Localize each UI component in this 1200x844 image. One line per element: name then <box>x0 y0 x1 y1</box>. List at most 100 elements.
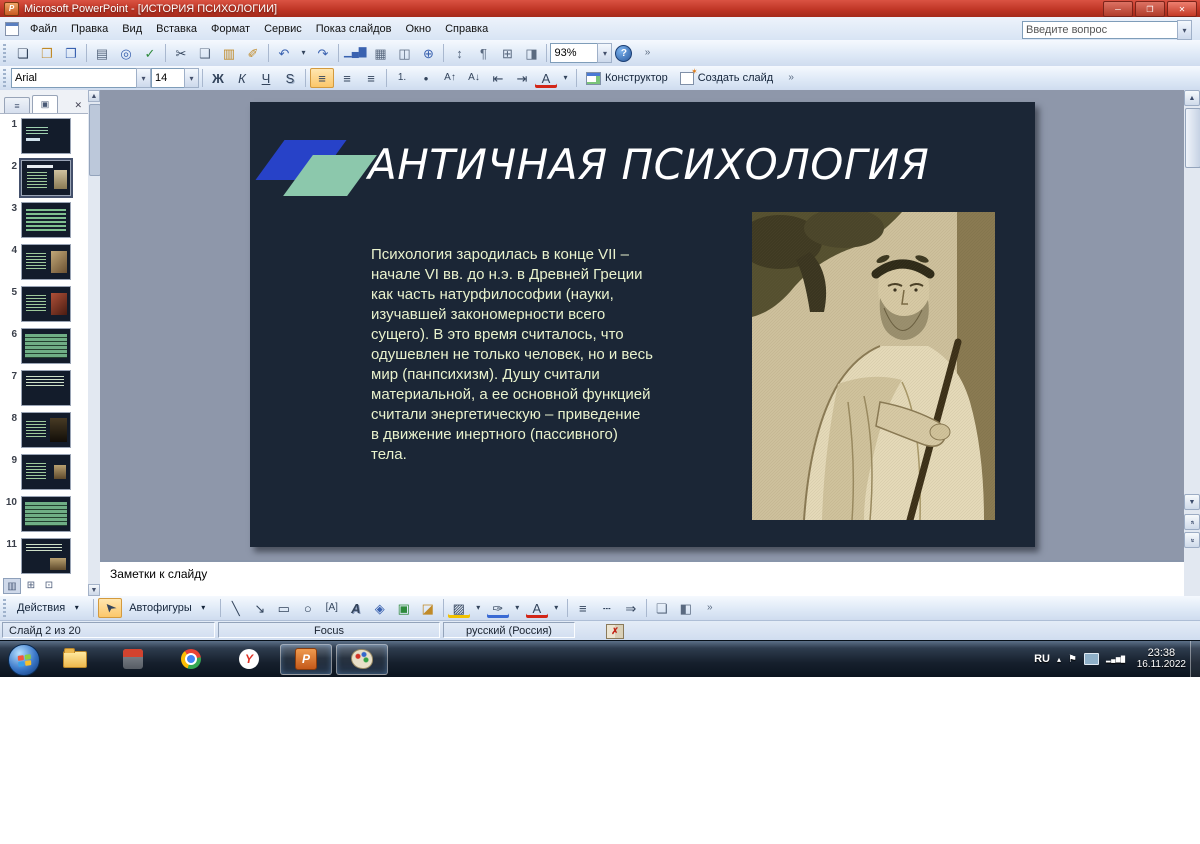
text-box-tool-icon[interactable]: [А] <box>321 598 343 618</box>
normal-view-button[interactable]: ▥ <box>3 578 21 594</box>
help-icon[interactable]: ? <box>615 44 633 62</box>
signal-bars-icon[interactable]: ▂▄▆█ <box>1106 656 1126 663</box>
language-switcher[interactable]: RU <box>1034 653 1050 665</box>
slide-design-button[interactable]: Конструктор <box>580 71 674 85</box>
taskbar-clock[interactable]: 23:38 16.11.2022 <box>1137 647 1186 671</box>
pinned-app-taskbar-button[interactable] <box>106 642 160 676</box>
autoshapes-menu-button[interactable]: Автофигуры ▾ <box>123 598 217 618</box>
zoom-combo[interactable]: 93% <box>550 43 599 63</box>
decrease-font-button[interactable]: А↓ <box>463 68 485 88</box>
hyperlink-icon[interactable]: ⊕ <box>417 43 439 63</box>
bullets-button[interactable]: • <box>415 68 437 88</box>
slide-thumbnail-3[interactable]: 3 <box>2 202 88 238</box>
slide-thumbnail-2-selected[interactable]: 2 <box>2 158 88 198</box>
menu-insert[interactable]: Вставка <box>149 20 204 38</box>
slide-thumbnail-11[interactable]: 11 <box>2 538 88 574</box>
color-grayscale-icon[interactable]: ◨ <box>520 43 542 63</box>
select-tool-button[interactable]: ➤ <box>98 598 123 618</box>
picture-tool-icon[interactable]: ◪ <box>417 598 439 618</box>
print-icon[interactable]: ▤ <box>91 43 113 63</box>
new-document-icon[interactable]: ❏ <box>12 43 34 63</box>
previous-slide-button[interactable]: « <box>1184 514 1200 530</box>
line-style-icon[interactable]: ≡ <box>572 598 594 618</box>
menu-help[interactable]: Справка <box>438 20 495 38</box>
align-left-button[interactable]: ≡ <box>310 68 334 88</box>
restore-button[interactable]: ❐ <box>1135 1 1165 17</box>
pane-scroll-down-icon[interactable]: ▼ <box>88 584 100 596</box>
font-size-combo[interactable]: 14 <box>151 68 185 88</box>
slides-tab[interactable]: ▣ <box>32 95 58 113</box>
cut-icon[interactable]: ✂ <box>170 43 192 63</box>
slide-thumbnail-5[interactable]: 5 <box>2 286 88 322</box>
wordart-tool-icon[interactable]: А <box>345 598 367 618</box>
grid-icon[interactable]: ⊞ <box>496 43 518 63</box>
slide-thumbnail-4[interactable]: 4 <box>2 244 88 280</box>
font-color-dropdown-icon[interactable]: ▾ <box>550 598 563 618</box>
spelling-icon[interactable]: ✓ <box>139 43 161 63</box>
oval-tool-icon[interactable]: ○ <box>297 598 319 618</box>
explorer-taskbar-button[interactable] <box>48 642 102 676</box>
print-preview-icon[interactable]: ◎ <box>115 43 137 63</box>
font-color-dropdown-icon[interactable]: ▾ <box>559 68 572 88</box>
slide-thumbnail-7[interactable]: 7 <box>2 370 88 406</box>
diagram-tool-icon[interactable]: ◈ <box>369 598 391 618</box>
slide-thumbnail-10[interactable]: 10 <box>2 496 88 532</box>
toolbar-options-icon[interactable]: » <box>699 598 721 618</box>
yandex-taskbar-button[interactable]: Y <box>222 642 276 676</box>
slide-2[interactable]: АНТИЧНАЯ ПСИХОЛОГИЯ Психология зародилас… <box>250 102 1035 547</box>
slide-thumb-image[interactable] <box>21 538 71 574</box>
font-combo[interactable]: Arial <box>11 68 137 88</box>
fill-color-dropdown-icon[interactable]: ▾ <box>472 598 485 618</box>
action-center-flag-icon[interactable]: ⚑ <box>1068 654 1077 665</box>
font-size-dropdown-icon[interactable]: ▾ <box>184 68 199 88</box>
arrow-style-icon[interactable]: ⇒ <box>620 598 642 618</box>
underline-button[interactable]: Ч <box>255 68 277 88</box>
toolbar-options-icon[interactable]: » <box>780 68 802 88</box>
menu-file[interactable]: Файл <box>23 20 64 38</box>
scroll-thumb[interactable] <box>1185 108 1200 168</box>
undo-icon[interactable]: ↶ <box>273 43 295 63</box>
titlebar[interactable]: P Microsoft PowerPoint - [ИСТОРИЯ ПСИХОЛ… <box>0 0 1200 17</box>
slide-thumb-image[interactable] <box>21 244 71 280</box>
font-dropdown-icon[interactable]: ▾ <box>136 68 151 88</box>
show-formatting-icon[interactable]: ¶ <box>472 43 494 63</box>
slide-thumb-image[interactable] <box>21 412 71 448</box>
increase-font-button[interactable]: А↑ <box>439 68 461 88</box>
fill-color-button[interactable]: ▨ <box>448 598 470 618</box>
undo-dropdown-icon[interactable]: ▾ <box>297 43 310 63</box>
format-painter-icon[interactable]: ✐ <box>242 43 264 63</box>
network-monitor-icon[interactable] <box>1083 653 1099 665</box>
copy-icon[interactable]: ❑ <box>194 43 216 63</box>
main-scrollbar[interactable]: ▲ ▼ « » <box>1184 90 1200 560</box>
slide-thumb-image[interactable] <box>21 496 71 532</box>
expand-all-icon[interactable]: ↕ <box>448 43 470 63</box>
slide-thumbnail-1[interactable]: 1 <box>2 118 88 154</box>
insert-chart-icon[interactable]: ▁▄▇ <box>343 43 367 63</box>
open-icon[interactable]: ❒ <box>36 43 58 63</box>
start-button[interactable] <box>8 644 40 676</box>
new-slide-button[interactable]: ✶ Создать слайд <box>674 67 779 85</box>
clipart-tool-icon[interactable]: ▣ <box>393 598 415 618</box>
menu-edit[interactable]: Правка <box>64 20 115 38</box>
toolbar-grip[interactable] <box>3 69 6 87</box>
menu-slideshow[interactable]: Показ слайдов <box>309 20 399 38</box>
close-button[interactable]: ✕ <box>1167 1 1197 17</box>
paint-taskbar-button[interactable] <box>336 643 388 675</box>
scroll-up-icon[interactable]: ▲ <box>1184 90 1200 106</box>
text-shadow-button[interactable]: S <box>279 68 301 88</box>
line-color-button[interactable]: ✑ <box>487 598 509 618</box>
arrow-tool-icon[interactable]: ↘ <box>249 598 271 618</box>
line-tool-icon[interactable]: ╲ <box>225 598 247 618</box>
slide-body-text[interactable]: Психология зародилась в конце VII – нача… <box>371 245 696 465</box>
hidden-icons-chevron-icon[interactable]: ▴ <box>1057 655 1061 664</box>
menu-format[interactable]: Формат <box>204 20 257 38</box>
toolbar-grip[interactable] <box>3 44 6 62</box>
close-pane-icon[interactable]: ✕ <box>71 98 85 113</box>
font-color-button[interactable]: А <box>526 598 548 618</box>
chrome-taskbar-button[interactable] <box>164 642 218 676</box>
slide-thumb-image[interactable] <box>19 158 73 198</box>
question-dropdown-icon[interactable]: ▾ <box>1177 20 1192 40</box>
align-right-button[interactable]: ≡ <box>360 68 382 88</box>
decrease-indent-button[interactable]: ⇤ <box>487 68 509 88</box>
question-input[interactable] <box>1022 21 1178 39</box>
